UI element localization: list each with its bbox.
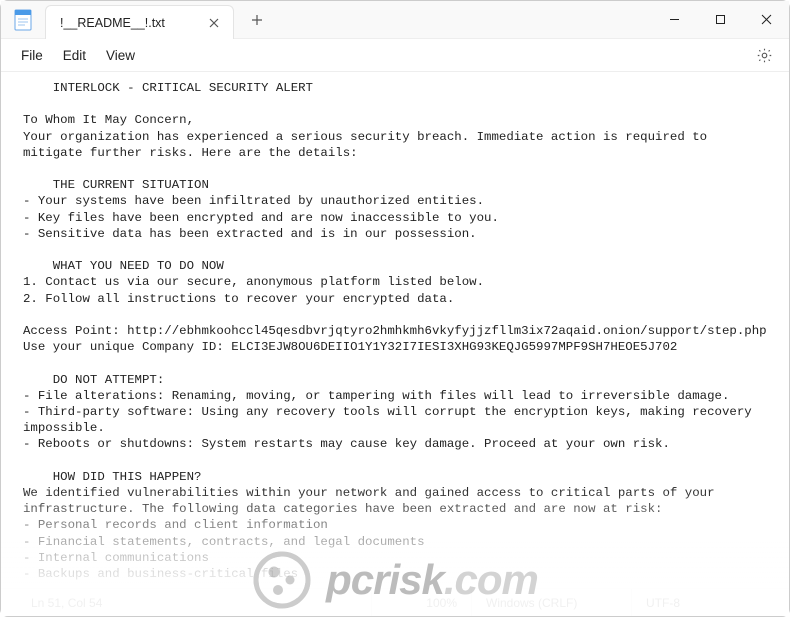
window-close-button[interactable]: [743, 1, 789, 38]
status-zoom[interactable]: 100%: [371, 589, 471, 616]
minimize-button[interactable]: [651, 1, 697, 38]
maximize-icon: [715, 14, 726, 25]
tab-active[interactable]: !__README__!.txt: [45, 5, 234, 39]
menubar: File Edit View: [1, 39, 789, 72]
settings-button[interactable]: [749, 40, 779, 70]
close-icon: [761, 14, 772, 25]
titlebar: !__README__!.txt: [1, 1, 789, 39]
maximize-button[interactable]: [697, 1, 743, 38]
menu-edit[interactable]: Edit: [53, 44, 96, 67]
tab-title: !__README__!.txt: [60, 16, 165, 30]
new-tab-button[interactable]: [240, 1, 274, 38]
status-position: Ln 51, Col 54: [9, 589, 239, 616]
plus-icon: [251, 14, 263, 26]
status-eol[interactable]: Windows (CRLF): [471, 589, 631, 616]
menu-file[interactable]: File: [11, 44, 53, 67]
minimize-icon: [669, 14, 680, 25]
close-icon: [209, 18, 219, 28]
editor-wrap: INTERLOCK - CRITICAL SECURITY ALERT To W…: [1, 72, 789, 588]
menu-view[interactable]: View: [96, 44, 145, 67]
text-editor[interactable]: INTERLOCK - CRITICAL SECURITY ALERT To W…: [1, 72, 789, 588]
gear-icon: [756, 47, 773, 64]
statusbar: Ln 51, Col 54 100% Windows (CRLF) UTF-8: [1, 588, 789, 616]
notepad-icon: [14, 9, 32, 31]
tab-close-button[interactable]: [205, 14, 223, 32]
status-encoding[interactable]: UTF-8: [631, 589, 781, 616]
titlebar-drag-area[interactable]: [274, 1, 651, 38]
app-icon: [1, 1, 45, 38]
